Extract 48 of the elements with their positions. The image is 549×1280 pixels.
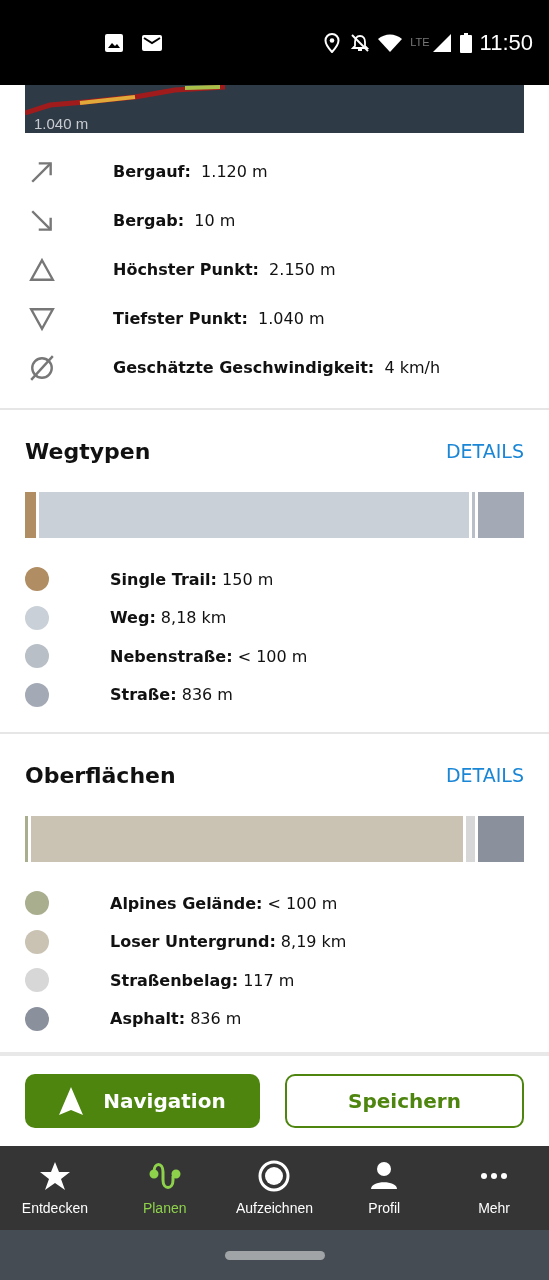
- legend-text: Asphalt: 836 m: [110, 1009, 242, 1029]
- navigation-arrow-icon: [59, 1087, 84, 1115]
- record-icon: [258, 1160, 291, 1192]
- wifi-icon: [378, 33, 403, 52]
- bar-segment: [25, 492, 36, 538]
- legend-text: Nebenstraße: < 100 m: [110, 646, 308, 666]
- save-button[interactable]: Speichern: [285, 1074, 524, 1128]
- gesture-handle[interactable]: [224, 1250, 325, 1260]
- signal-icon: [431, 32, 452, 53]
- bar-segment: [478, 816, 524, 862]
- legend-text: Straßenbelag: 117 m: [110, 970, 295, 990]
- legend-text: Single Trail: 150 m: [110, 569, 274, 589]
- legend-text: Alpines Gelände: < 100 m: [110, 893, 338, 913]
- legend-text: Weg: 8,18 km: [110, 608, 227, 628]
- elevation-label: 1.040 m: [33, 115, 89, 133]
- stat-text: Bergab: 10 m: [113, 211, 236, 230]
- star-icon: [38, 1160, 71, 1192]
- triangle-down-icon: [29, 305, 55, 332]
- nav-tab[interactable]: Planen: [109, 1146, 220, 1230]
- diameter-icon: [29, 354, 55, 381]
- nav-tab[interactable]: Profil: [329, 1146, 440, 1230]
- bell-off-icon: [350, 32, 371, 53]
- image-icon: [104, 32, 124, 53]
- triangle-up-icon: [29, 256, 55, 283]
- bar-segment: [466, 816, 476, 862]
- route-icon: [148, 1160, 181, 1192]
- network-type: LTE: [410, 36, 430, 48]
- nav-tab[interactable]: Entdecken: [0, 1146, 110, 1230]
- stat-text: Tiefster Punkt: 1.040 m: [113, 309, 325, 328]
- details-link[interactable]: DETAILS: [446, 440, 524, 462]
- stat-text: Bergauf: 1.120 m: [113, 162, 268, 181]
- bar-segment: [472, 492, 476, 538]
- battery-icon: [459, 32, 472, 53]
- stat-text: Höchster Punkt: 2.150 m: [113, 260, 336, 279]
- details-link[interactable]: DETAILS: [446, 764, 524, 786]
- section-title: Oberflächen: [25, 762, 176, 788]
- navigation-button[interactable]: Navigation: [25, 1074, 260, 1128]
- mail-icon: [142, 34, 162, 51]
- nav-tab[interactable]: Aufzeichnen: [219, 1146, 330, 1230]
- stat-text: Geschätzte Geschwindigkeit: 4 km/h: [113, 358, 441, 377]
- legend-text: Loser Untergrund: 8,19 km: [110, 932, 347, 952]
- nav-tab[interactable]: Mehr: [439, 1146, 549, 1230]
- section-title: Wegtypen: [25, 438, 151, 464]
- bar-segment: [25, 816, 28, 862]
- more-icon: [480, 1172, 509, 1180]
- clock: 11:50: [479, 29, 533, 56]
- legend-text: Straße: 836 m: [110, 685, 233, 705]
- bar-segment: [478, 492, 524, 538]
